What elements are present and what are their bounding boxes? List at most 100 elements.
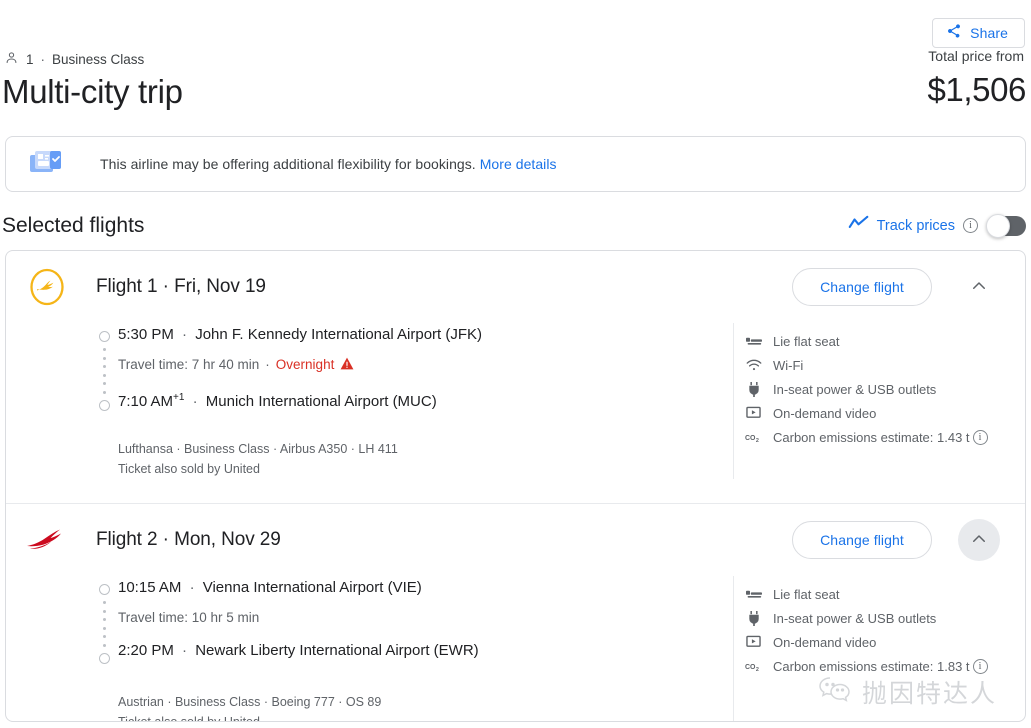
track-prices-control: Track prices i — [848, 213, 1026, 238]
flexibility-banner: This airline may be offering additional … — [5, 136, 1026, 192]
warning-triangle-icon — [340, 357, 354, 375]
header-separator: · — [40, 51, 46, 67]
flight-1-travel-time: Travel time: 7 hr 40 min — [118, 357, 260, 372]
flight-leg-2: Flight 2 · Mon, Nov 29 Change flight 10:… — [6, 504, 1025, 722]
page-title: Multi-city trip — [2, 73, 183, 110]
svg-text:CO: CO — [745, 664, 756, 671]
flight-1-amenities: Lie flat seat Wi-Fi In-seat power & USB … — [733, 323, 1025, 479]
flight-2-timeline — [6, 576, 118, 721]
flight-1-title: Flight 1 · Fri, Nov 19 — [96, 276, 266, 297]
flight-leg-1: Flight 1 · Fri, Nov 19 Change flight 5:3… — [6, 251, 1025, 503]
google-flights-booking-page: Share 1 · Business Class Multi-city trip… — [0, 0, 1031, 728]
flight-2-travel-time: Travel time: 10 hr 5 min — [118, 610, 260, 625]
collapse-flight-2-button[interactable] — [958, 519, 1000, 561]
flight-1-departure: 5:30 PM · John F. Kennedy International … — [118, 326, 733, 356]
flight-1-arrive-day-offset: +1 — [173, 392, 185, 403]
ticket-check-icon — [28, 149, 66, 179]
wifi-icon — [745, 359, 762, 372]
flight-1-timeline — [6, 323, 118, 479]
lie-flat-seat-icon — [745, 335, 762, 347]
flight-1-depart-time: 5:30 PM — [118, 326, 174, 343]
timeline-connector — [103, 595, 106, 653]
amenity-video: On-demand video — [745, 401, 1025, 425]
amenity-label: Carbon emissions estimate: 1.83 t — [773, 658, 970, 674]
share-button-label: Share — [970, 25, 1008, 41]
lufthansa-crane-icon — [24, 268, 70, 306]
flight-1-sold-by: Ticket also sold by United — [118, 462, 260, 476]
amenity-label: Wi-Fi — [773, 357, 804, 373]
track-prices-label[interactable]: Track prices — [877, 218, 955, 234]
track-prices-toggle[interactable] — [986, 213, 1026, 238]
flight-2-sold-by: Ticket also sold by United — [118, 715, 260, 722]
trend-line-icon — [848, 215, 869, 236]
amenity-label: In-seat power & USB outlets — [773, 381, 937, 397]
flight-1-meta: Lufthansa · Business Class · Airbus A350… — [118, 439, 733, 479]
flight-2-amenities: Lie flat seat In-seat power & USB outlet… — [733, 576, 1025, 721]
more-details-link[interactable]: More details — [480, 156, 557, 172]
amenity-power: In-seat power & USB outlets — [745, 377, 1025, 401]
flight-2-depart-sep: · — [189, 579, 195, 596]
timeline-arrive-dot — [99, 399, 110, 411]
amenity-lie-flat-seat: Lie flat seat — [745, 329, 1025, 353]
change-flight-2-button[interactable]: Change flight — [792, 521, 932, 559]
power-plug-icon — [745, 610, 762, 626]
amenity-carbon-emissions: CO 2 Carbon emissions estimate: 1.83 t i — [745, 654, 1025, 678]
amenity-wifi: Wi-Fi — [745, 353, 1025, 377]
share-button[interactable]: Share — [932, 18, 1025, 48]
flight-1-depart-sep: · — [182, 326, 188, 343]
total-price-value: $1,506 — [927, 71, 1026, 108]
timeline-connector — [103, 342, 106, 400]
amenity-label: Lie flat seat — [773, 333, 840, 349]
co2-icon: CO 2 — [745, 661, 762, 672]
timeline-depart-dot — [99, 584, 110, 595]
flight-1-arrival: 7:10 AM+1 · Munich International Airport… — [118, 389, 733, 419]
flight-2-travel-time-row: Travel time: 10 hr 5 min — [118, 609, 733, 642]
flight-2-departure: 10:15 AM · Vienna International Airport … — [118, 579, 733, 609]
amenity-lie-flat-seat: Lie flat seat — [745, 582, 1025, 606]
passenger-summary: 1 · Business Class — [4, 50, 144, 68]
austrian-arrow-icon — [24, 521, 70, 559]
flight-2-segment-details: 10:15 AM · Vienna International Airport … — [118, 576, 733, 722]
selected-flights-heading: Selected flights — [2, 214, 145, 237]
flight-1-arrive-airport: Munich International Airport (MUC) — [205, 393, 437, 410]
carbon-emissions-text: Carbon emissions estimate: 1.83 t i — [773, 658, 988, 674]
flight-2-arrive-sep: · — [182, 642, 188, 659]
share-icon — [946, 23, 962, 44]
change-flight-1-button[interactable]: Change flight — [792, 268, 932, 306]
chevron-up-icon — [970, 277, 988, 298]
flight-2-title: Flight 2 · Mon, Nov 29 — [96, 529, 281, 550]
co2-icon: CO 2 — [745, 432, 762, 443]
amenity-carbon-emissions: CO 2 Carbon emissions estimate: 1.43 t i — [745, 425, 1025, 449]
power-plug-icon — [745, 381, 762, 397]
flight-2-meta-line: Austrian · Business Class · Boeing 777 ·… — [118, 695, 382, 709]
amenity-label: Lie flat seat — [773, 586, 840, 602]
amenity-video: On-demand video — [745, 630, 1025, 654]
amenity-label: In-seat power & USB outlets — [773, 610, 937, 626]
flight-2-depart-time: 10:15 AM — [118, 579, 182, 596]
collapse-flight-1-button[interactable] — [958, 266, 1000, 308]
video-play-icon — [745, 406, 762, 420]
flight-1-body: 5:30 PM · John F. Kennedy International … — [6, 323, 1025, 503]
timeline-depart-dot — [99, 331, 110, 342]
flexibility-banner-text: This airline may be offering additional … — [100, 156, 557, 172]
svg-text:2: 2 — [756, 667, 759, 672]
svg-text:2: 2 — [756, 438, 759, 443]
person-icon — [4, 50, 19, 68]
passenger-count: 1 — [26, 51, 34, 67]
flight-2-meta: Austrian · Business Class · Boeing 777 ·… — [118, 692, 733, 722]
carbon-emissions-text: Carbon emissions estimate: 1.43 t i — [773, 429, 988, 445]
timeline-arrive-dot — [99, 652, 110, 664]
flight-2-arrive-airport: Newark Liberty International Airport (EW… — [195, 642, 479, 659]
info-icon[interactable]: i — [972, 429, 988, 445]
info-icon[interactable]: i — [972, 658, 988, 674]
amenity-label: On-demand video — [773, 405, 877, 421]
flight-1-overnight-label: Overnight — [275, 357, 335, 372]
info-icon[interactable]: i — [963, 218, 978, 233]
flexibility-banner-message: This airline may be offering additional … — [100, 156, 476, 172]
flight-1-travel-sep: · — [265, 357, 270, 372]
selected-flights-card: Flight 1 · Fri, Nov 19 Change flight 5:3… — [5, 250, 1026, 722]
amenity-label: On-demand video — [773, 634, 877, 650]
amenity-power: In-seat power & USB outlets — [745, 606, 1025, 630]
video-play-icon — [745, 635, 762, 649]
flight-1-segment-details: 5:30 PM · John F. Kennedy International … — [118, 323, 733, 479]
